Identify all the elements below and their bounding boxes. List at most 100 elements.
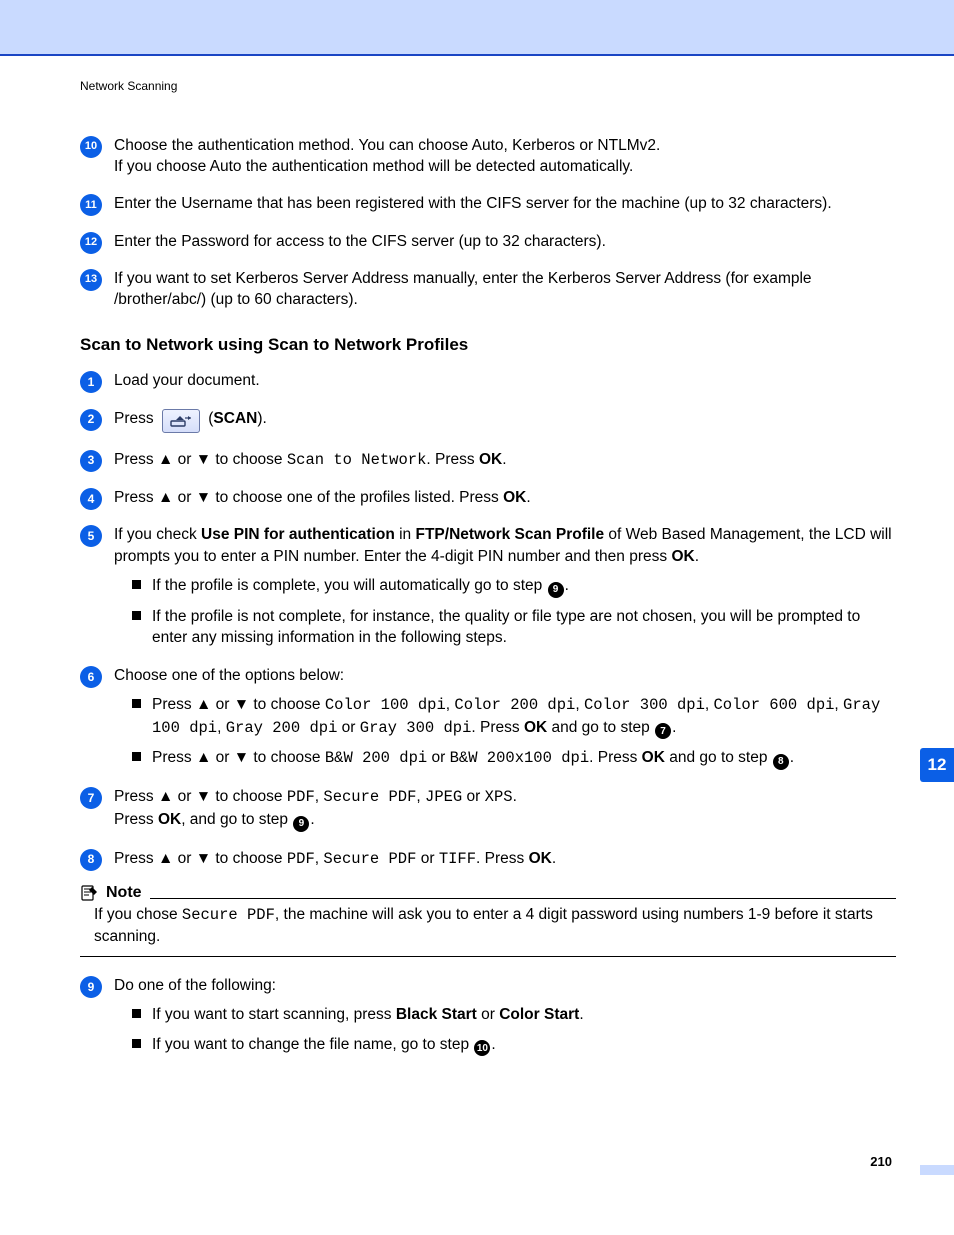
t: , [705, 696, 714, 713]
note-rule [80, 956, 896, 957]
t: , [416, 788, 425, 805]
code-text: TIFF [439, 850, 476, 868]
t: . [790, 749, 794, 766]
t: If you check [114, 526, 201, 543]
step-badge-12: 12 [80, 232, 102, 254]
step-1: 1 Load your document. [80, 370, 896, 391]
t: or [427, 749, 449, 766]
code-text: Gray 200 dpi [226, 719, 338, 737]
t: Press [114, 451, 158, 468]
t: , [834, 696, 843, 713]
step-13: 13 If you want to set Kerberos Server Ad… [80, 268, 896, 311]
code-text: Secure PDF [323, 850, 416, 868]
step-ref-10: 10 [474, 1040, 490, 1056]
t: to choose one of the profiles listed. Pr… [211, 489, 503, 506]
step-8: 8 Press ▲ or ▼ to choose PDF, Secure PDF… [80, 848, 896, 870]
step-badge-3: 3 [80, 450, 102, 472]
code-text: JPEG [425, 788, 462, 806]
code-text: PDF [287, 788, 315, 806]
step-6: 6 Choose one of the options below: Press… [80, 665, 896, 771]
section-title: Scan to Network using Scan to Network Pr… [80, 333, 896, 356]
code-text: Scan to Network [287, 451, 427, 469]
t: If the profile is not complete, for inst… [152, 608, 860, 646]
note-icon [80, 884, 98, 902]
t: or [173, 788, 195, 805]
code-text: PDF [287, 850, 315, 868]
step-text: Load your document. [114, 372, 260, 389]
step-badge-11: 11 [80, 194, 102, 216]
step-9: 9 Do one of the following: If you want t… [80, 975, 896, 1057]
t: to choose [211, 451, 287, 468]
t: to choose [211, 788, 287, 805]
ok-label: OK [642, 749, 665, 766]
t: . [526, 489, 530, 506]
t: If the profile is complete, you will aut… [152, 577, 547, 594]
t: , [217, 719, 226, 736]
code-text: XPS [485, 788, 513, 806]
step-ref-8: 8 [773, 754, 789, 770]
step-text: ). [257, 410, 266, 427]
sub-bullet: Press ▲ or ▼ to choose B&W 200 dpi or B&… [132, 747, 896, 770]
t: . [695, 548, 699, 565]
square-bullet-icon [132, 752, 141, 761]
step-text: Enter the Username that has been registe… [114, 195, 832, 212]
sub-bullet: If the profile is complete, you will aut… [132, 575, 896, 598]
t: Color Start [499, 1006, 579, 1023]
page: 12 2 10 Network Scanning 10 Choose the au… [0, 0, 954, 1235]
t: . Press [471, 719, 524, 736]
ok-label: OK [524, 719, 547, 736]
up-arrow-icon: ▲ [196, 749, 211, 766]
step-badge-1: 1 [80, 371, 102, 393]
t: Press [114, 850, 158, 867]
code-text: Color 300 dpi [584, 696, 705, 714]
code-text: Gray 300 dpi [360, 719, 472, 737]
running-head: Network Scanning [80, 78, 896, 95]
step-4: 4 Press ▲ or ▼ to choose one of the prof… [80, 487, 896, 508]
scan-button-icon [162, 409, 200, 433]
ok-label: OK [671, 548, 694, 565]
up-arrow-icon: ▲ [158, 788, 173, 805]
t: Press [152, 696, 196, 713]
step-text: Choose the authentication method. You ca… [114, 137, 660, 154]
t: Press [114, 788, 158, 805]
sub-bullet: Press ▲ or ▼ to choose Color 100 dpi, Co… [132, 694, 896, 739]
t: . Press [589, 749, 642, 766]
note-header: Note [80, 882, 896, 904]
content: Network Scanning 10 Choose the authentic… [0, 56, 954, 1056]
step-badge-2: 2 [80, 409, 102, 431]
t: or [173, 489, 195, 506]
step-7: 7 Press ▲ or ▼ to choose PDF, Secure PDF… [80, 786, 896, 831]
up-arrow-icon: ▲ [196, 696, 211, 713]
down-arrow-icon: ▼ [196, 788, 211, 805]
t: . [565, 577, 569, 594]
code-text: Color 600 dpi [714, 696, 835, 714]
t: , and go to step [181, 811, 292, 828]
t: to choose [211, 850, 287, 867]
step-badge-13: 13 [80, 269, 102, 291]
ok-label: OK [479, 451, 502, 468]
step-badge-10: 10 [80, 136, 102, 158]
square-bullet-icon [132, 611, 141, 620]
step-badge-7: 7 [80, 787, 102, 809]
header-band [0, 0, 954, 54]
note-title: Note [106, 882, 142, 904]
t: . [502, 451, 506, 468]
up-arrow-icon: ▲ [158, 489, 173, 506]
step-badge-9: 9 [80, 976, 102, 998]
step-badge-5: 5 [80, 525, 102, 547]
t: or [211, 696, 233, 713]
t: and go to step [547, 719, 654, 736]
t: or [173, 451, 195, 468]
note-block: Note If you chose Secure PDF, the machin… [80, 882, 896, 957]
ok-label: OK [158, 811, 181, 828]
step-text: If you want to set Kerberos Server Addre… [114, 270, 812, 308]
down-arrow-icon: ▼ [196, 451, 211, 468]
t: or [477, 1006, 499, 1023]
step-badge-4: 4 [80, 488, 102, 510]
step-12: 12 Enter the Password for access to the … [80, 231, 896, 252]
t: to choose [249, 749, 325, 766]
step-10: 10 Choose the authentication method. You… [80, 135, 896, 178]
t: Choose one of the options below: [114, 667, 344, 684]
note-body: If you chose Secure PDF, the machine wil… [94, 904, 896, 948]
t: Use PIN for authentication [201, 526, 395, 543]
